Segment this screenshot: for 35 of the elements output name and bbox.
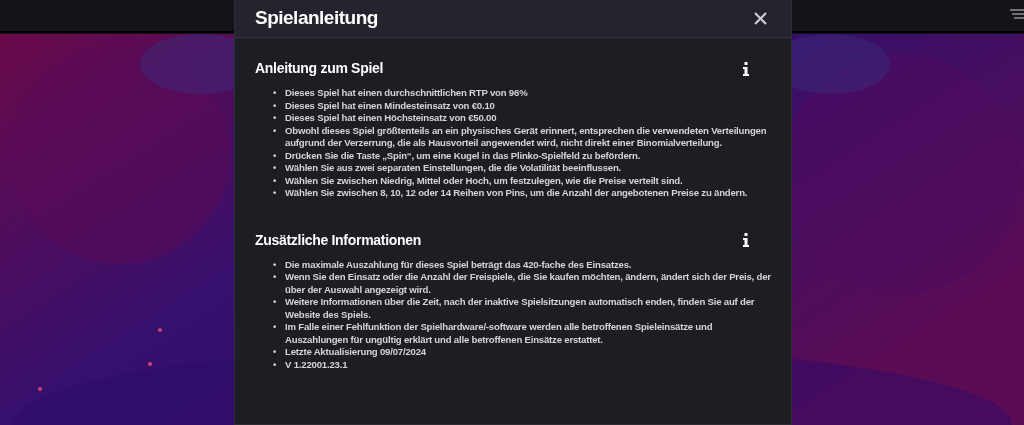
bullet: • [273,271,277,282]
bullet: • [273,296,277,307]
bullet: • [273,258,277,270]
section-title: Anleitung zum Spiel [255,59,384,78]
bullet: • [273,124,277,136]
menu-icon[interactable] [1010,9,1024,21]
list-item: Wählen Sie aus zwei separaten Einstellungen, die die Volatilität beeinflussen. [285,162,623,175]
list-item: Die maximale Auszahlung für dieses Spiel beträgt das 420-fache des Einsatzes. [285,258,633,271]
bullet: • [273,87,277,98]
list-item: Wählen Sie zwischen Niedrig, Mittel oder Hoch, um festzulegen, wie die Preise verteilt sind. [285,174,684,187]
bullet: • [273,162,277,173]
bullet: • [273,346,277,357]
list-item: Dieses Spiel hat einen Höchsteinsatz von €50.00 [285,112,498,125]
bullet: • [273,99,277,111]
bullet: • [273,321,277,332]
bullet: • [273,358,277,370]
bullet: • [273,187,277,198]
list-item: Dieses Spiel hat einen durchschnittlichen RTP von 96% [285,87,529,100]
list-item: V 1.22001.23.1 [285,358,349,371]
list-item: Im Falle einer Fehlfunktion der Spielhardware/-software werden alle betroffenen Spieleinsätze und Auszahlungen für ungültig erklärt und alle betroffenen Einsätze erstattet. [285,321,714,346]
list-item: Letzte Aktualisierung 09/07/2024 [285,346,427,359]
list-item: Wenn Sie den Einsatz oder die Anzahl der Freispiele, die Sie kaufen möchten, ändern, ändert sich der Preis, der über der Auswahl angezeigt wird. [285,271,771,296]
bullet: • [273,112,277,123]
list-item: Drücken Sie die Taste „Spin“, um eine Kugel in das Plinko-Spielfeld zu befördern. [285,149,642,162]
close-icon[interactable] [754,12,767,25]
bullet: • [273,174,277,186]
bullet: • [273,149,277,161]
list-item: Obwohl dieses Spiel größtenteils an ein physisches Gerät erinnert, entsprechen die verwendeten Verteilungen aufgrund der Verzerrung, die als Hausvorteil angewendet wird, nicht direkt einer Binomialverteilung. [285,124,768,150]
list-item: Dieses Spiel hat einen Mindesteinsatz von €0.10 [285,99,496,112]
info-icon[interactable] [743,61,749,76]
section-title: Zusätzliche Informationen [255,230,421,250]
dialog-title: Spielanleitung [255,6,378,31]
list-item: Wählen Sie zwischen 8, 10, 12 oder 14 Reihen von Pins, um die Anzahl der angebotenen Preise zu ändern. [285,187,749,200]
list-item: Weitere Informationen über die Zeit, nach der inaktive Spielsitzungen automatisch enden, finden Sie auf der Website des Spiels. [285,296,756,321]
info-icon[interactable] [743,233,749,247]
